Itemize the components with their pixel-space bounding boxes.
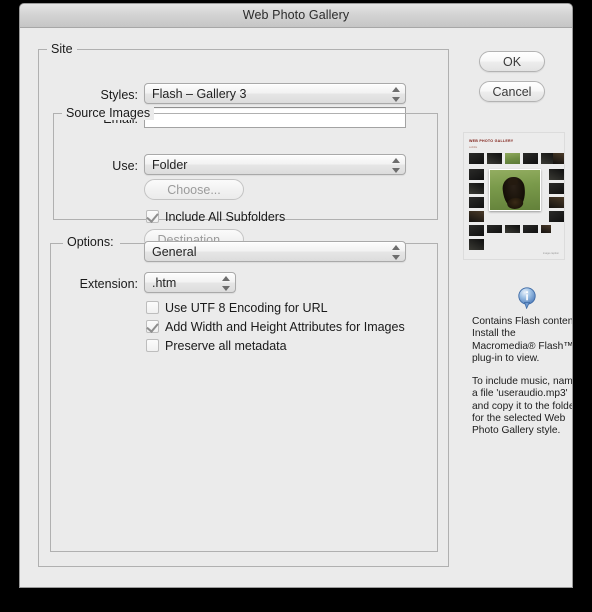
preserve-metadata-label: Preserve all metadata bbox=[165, 338, 287, 353]
stepper-arrows-icon bbox=[391, 87, 400, 102]
styles-label: Styles: bbox=[100, 88, 138, 102]
styles-popup-value: Flash – Gallery 3 bbox=[152, 87, 247, 101]
gallery-preview-thumbnail: WEB PHOTO GALLERY subtitle image caption bbox=[463, 132, 565, 260]
use-popup-value: Folder bbox=[152, 158, 188, 172]
include-all-subfolders-row[interactable]: Include All Subfolders bbox=[146, 208, 285, 225]
preview-main-photo bbox=[489, 169, 541, 211]
add-width-height-row[interactable]: Add Width and Height Attributes for Imag… bbox=[146, 318, 405, 335]
stepper-arrows-icon bbox=[221, 276, 230, 291]
include-all-subfolders-label: Include All Subfolders bbox=[165, 209, 286, 224]
window-titlebar[interactable]: Web Photo Gallery bbox=[20, 4, 572, 28]
options-group-legend: Options: bbox=[63, 235, 120, 249]
info-paragraph-2: To include music, name a file 'useraudio… bbox=[472, 376, 573, 437]
preview-gallery-subtitle: subtitle bbox=[469, 146, 478, 149]
site-group-legend: Site bbox=[47, 42, 77, 56]
use-utf8-label: Use UTF 8 Encoding for URL bbox=[165, 300, 328, 315]
web-photo-gallery-dialog: Web Photo Gallery Site Styles: Flash – G… bbox=[19, 3, 573, 588]
extension-popup-value: .htm bbox=[152, 276, 177, 290]
info-paragraph-1: Contains Flash content. Install the Macr… bbox=[472, 316, 573, 364]
dog-subject bbox=[501, 175, 527, 209]
styles-popup[interactable]: Flash – Gallery 3 bbox=[144, 83, 406, 104]
info-bubble-icon bbox=[518, 287, 536, 310]
add-width-height-label: Add Width and Height Attributes for Imag… bbox=[165, 319, 405, 334]
use-utf8-row[interactable]: Use UTF 8 Encoding for URL bbox=[146, 299, 328, 316]
include-all-subfolders-checkbox[interactable] bbox=[146, 210, 159, 223]
add-width-height-checkbox[interactable] bbox=[146, 320, 159, 333]
ok-button[interactable]: OK bbox=[479, 51, 545, 72]
cancel-button[interactable]: Cancel bbox=[479, 81, 545, 102]
use-label: Use: bbox=[112, 159, 138, 173]
source-images-group-legend: Source Images bbox=[62, 106, 155, 120]
window-title: Web Photo Gallery bbox=[242, 8, 350, 22]
preview-gallery-footer: image caption bbox=[542, 252, 559, 255]
stepper-arrows-icon bbox=[391, 158, 400, 173]
use-popup[interactable]: Folder bbox=[144, 154, 406, 175]
preview-gallery-title: WEB PHOTO GALLERY bbox=[469, 139, 514, 143]
preserve-metadata-row[interactable]: Preserve all metadata bbox=[146, 337, 287, 354]
options-popup-value: General bbox=[152, 245, 197, 259]
preserve-metadata-checkbox[interactable] bbox=[146, 339, 159, 352]
stepper-arrows-icon bbox=[391, 245, 400, 260]
options-popup[interactable]: General bbox=[144, 241, 406, 262]
choose-button[interactable]: Choose... bbox=[144, 179, 244, 200]
extension-label: Extension: bbox=[79, 277, 138, 291]
info-description: Contains Flash content. Install the Macr… bbox=[472, 316, 573, 438]
use-utf8-checkbox[interactable] bbox=[146, 301, 159, 314]
extension-popup[interactable]: .htm bbox=[144, 272, 236, 293]
dialog-body: Site Styles: Flash – Gallery 3 Email: So… bbox=[20, 28, 573, 587]
